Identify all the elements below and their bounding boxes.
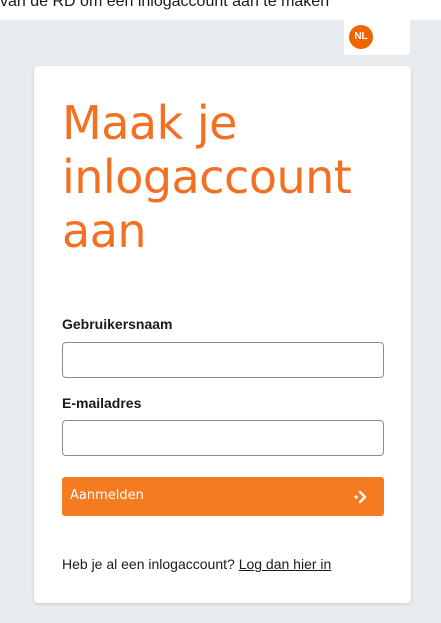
login-link[interactable]: Log dan hier in bbox=[239, 556, 332, 572]
top-banner: van de RD om een inlogaccount aan te mak… bbox=[0, 0, 441, 20]
login-prompt-text: Heb je al een inlogaccount? bbox=[62, 556, 235, 572]
language-badge[interactable]: NL bbox=[349, 25, 373, 49]
email-label: E-mailadres bbox=[62, 395, 142, 411]
login-prompt-line: Heb je al een inlogaccount? Log dan hier… bbox=[62, 556, 331, 572]
submit-button-label: Aanmelden bbox=[70, 488, 144, 503]
email-input[interactable] bbox=[62, 420, 384, 456]
username-input[interactable] bbox=[62, 342, 384, 378]
page-title: Maak je inlogaccount aan bbox=[62, 96, 352, 258]
submit-button[interactable]: Aanmelden bbox=[62, 477, 384, 516]
top-banner-text: van de RD om een inlogaccount aan te mak… bbox=[0, 0, 330, 10]
arrow-right-icon bbox=[354, 490, 367, 504]
language-switcher[interactable]: NL bbox=[344, 19, 410, 55]
username-label: Gebruikersnaam bbox=[62, 316, 173, 332]
signup-card: Maak je inlogaccount aan Gebruikersnaam … bbox=[34, 66, 411, 603]
